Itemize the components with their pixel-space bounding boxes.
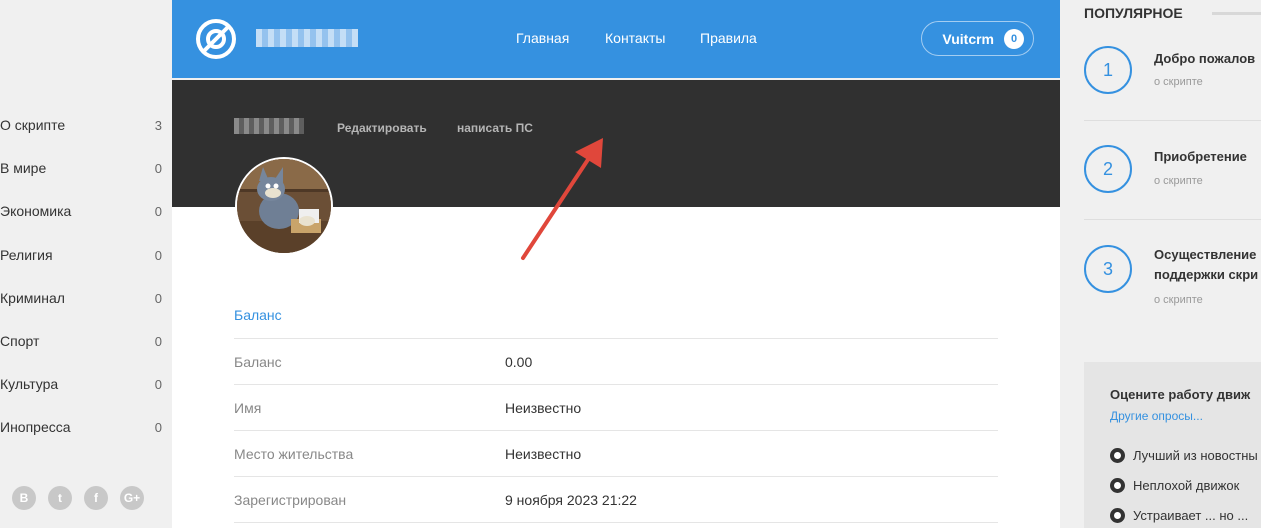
- profile-row: Баланс 0.00: [234, 338, 998, 384]
- poll-option-label: Лучший из новостны: [1133, 448, 1258, 463]
- popular-title-line: Осуществление: [1154, 247, 1257, 262]
- send-pm-link[interactable]: написать ПС: [457, 121, 533, 135]
- category-item[interactable]: Инопресса 0: [0, 415, 172, 439]
- popular-title[interactable]: Добро пожалов: [1154, 49, 1261, 69]
- row-value: Неизвестно: [505, 445, 582, 462]
- category-item[interactable]: Экономика 0: [0, 199, 172, 223]
- popular-rank[interactable]: 2: [1084, 145, 1132, 193]
- radio-icon[interactable]: [1110, 448, 1125, 463]
- user-name: Vuitcrm: [942, 30, 994, 47]
- nav-contacts[interactable]: Контакты: [605, 30, 665, 46]
- category-count: 0: [154, 203, 162, 219]
- site-name-blurred: [256, 29, 358, 47]
- category-label: Экономика: [0, 203, 72, 219]
- radio-icon[interactable]: [1110, 478, 1125, 493]
- category-item[interactable]: Спорт 0: [0, 329, 172, 353]
- nav-rules[interactable]: Правила: [700, 30, 757, 46]
- popular-title[interactable]: Приобретение: [1154, 147, 1261, 167]
- poll-widget: Оцените работу движ Другие опросы... Луч…: [1084, 362, 1261, 528]
- profile-row: Зарегистрирован 9 ноября 2023 21:22: [234, 476, 998, 522]
- popular-title[interactable]: Осуществление поддержки скри: [1154, 245, 1261, 285]
- user-menu-button[interactable]: Vuitcrm 0: [921, 21, 1034, 56]
- cat-avatar-image: [237, 159, 331, 253]
- popular-category[interactable]: о скрипте: [1154, 175, 1203, 187]
- poll-option[interactable]: Устраивает ... но ...: [1110, 508, 1248, 523]
- logo-icon[interactable]: [194, 17, 238, 61]
- profile-row: Имя Неизвестно: [234, 384, 998, 430]
- category-item[interactable]: В мире 0: [0, 156, 172, 180]
- row-divider: [234, 522, 998, 523]
- row-value: 0.00: [505, 353, 533, 370]
- category-label: В мире: [0, 160, 47, 176]
- social-links: B t f G+: [12, 486, 144, 510]
- user-avatar[interactable]: [235, 157, 333, 255]
- notification-badge: 0: [1004, 28, 1024, 49]
- blogger-icon[interactable]: B: [12, 486, 36, 510]
- popular-heading: ПОПУЛЯРНОЕ: [1084, 5, 1183, 21]
- row-key: Баланс: [234, 353, 282, 370]
- poll-question: Оцените работу движ: [1110, 387, 1251, 402]
- profile-content: Баланс Баланс 0.00 Имя Неизвестно Место жи…: [172, 207, 1060, 528]
- category-item[interactable]: Религия 0: [0, 243, 172, 267]
- poll-option-label: Неплохой движок: [1133, 478, 1240, 493]
- row-key: Место жительства: [234, 445, 354, 462]
- category-label: Культура: [0, 376, 59, 392]
- category-count: 3: [154, 117, 162, 133]
- nav-home[interactable]: Главная: [516, 30, 569, 46]
- balance-section-title[interactable]: Баланс: [234, 307, 282, 323]
- category-count: 0: [154, 419, 162, 435]
- profile-name-blurred: [234, 118, 304, 134]
- row-value: 9 ноября 2023 21:22: [505, 491, 637, 508]
- heading-rule: [1212, 12, 1261, 15]
- popular-category[interactable]: о скрипте: [1154, 76, 1203, 88]
- poll-option[interactable]: Неплохой движок: [1110, 478, 1239, 493]
- google-plus-icon[interactable]: G+: [120, 486, 144, 510]
- radio-icon[interactable]: [1110, 508, 1125, 523]
- category-count: 0: [154, 290, 162, 306]
- category-label: Религия: [0, 247, 53, 263]
- right-sidebar: ПОПУЛЯРНОЕ 1 Добро пожалов о скрипте 2 П…: [1060, 0, 1261, 528]
- category-count: 0: [154, 376, 162, 392]
- category-label: Инопресса: [0, 419, 71, 435]
- facebook-icon[interactable]: f: [84, 486, 108, 510]
- popular-title-line: поддержки скри: [1154, 267, 1259, 282]
- poll-option-label: Устраивает ... но ...: [1133, 508, 1249, 523]
- popular-rank[interactable]: 1: [1084, 46, 1132, 94]
- other-polls-link[interactable]: Другие опросы...: [1110, 409, 1203, 423]
- poll-option[interactable]: Лучший из новостны: [1110, 448, 1258, 463]
- category-count: 0: [154, 160, 162, 176]
- category-count: 0: [154, 333, 162, 349]
- category-item[interactable]: О скрипте 3: [0, 113, 172, 137]
- category-label: Криминал: [0, 290, 65, 306]
- edit-profile-link[interactable]: Редактировать: [337, 121, 427, 135]
- site-header: Главная Контакты Правила Vuitcrm 0: [172, 0, 1060, 78]
- left-sidebar: О скрипте 3 В мире 0 Экономика 0 Религия 0 К…: [0, 0, 172, 528]
- category-label: Спорт: [0, 333, 40, 349]
- twitter-icon[interactable]: t: [48, 486, 72, 510]
- popular-category[interactable]: о скрипте: [1154, 294, 1203, 306]
- profile-row: Место жительства Неизвестно: [234, 430, 998, 476]
- separator: [1084, 219, 1261, 220]
- separator: [1084, 120, 1261, 121]
- category-label: О скрипте: [0, 117, 66, 133]
- row-key: Имя: [234, 399, 262, 416]
- category-item[interactable]: Криминал 0: [0, 286, 172, 310]
- popular-title-line: Приобретение: [1154, 149, 1247, 164]
- popular-title-line: Добро пожалов: [1154, 51, 1256, 66]
- row-key: Зарегистрирован: [234, 491, 347, 508]
- category-count: 0: [154, 247, 162, 263]
- popular-rank[interactable]: 3: [1084, 245, 1132, 293]
- row-value: Неизвестно: [505, 399, 582, 416]
- category-item[interactable]: Культура 0: [0, 372, 172, 396]
